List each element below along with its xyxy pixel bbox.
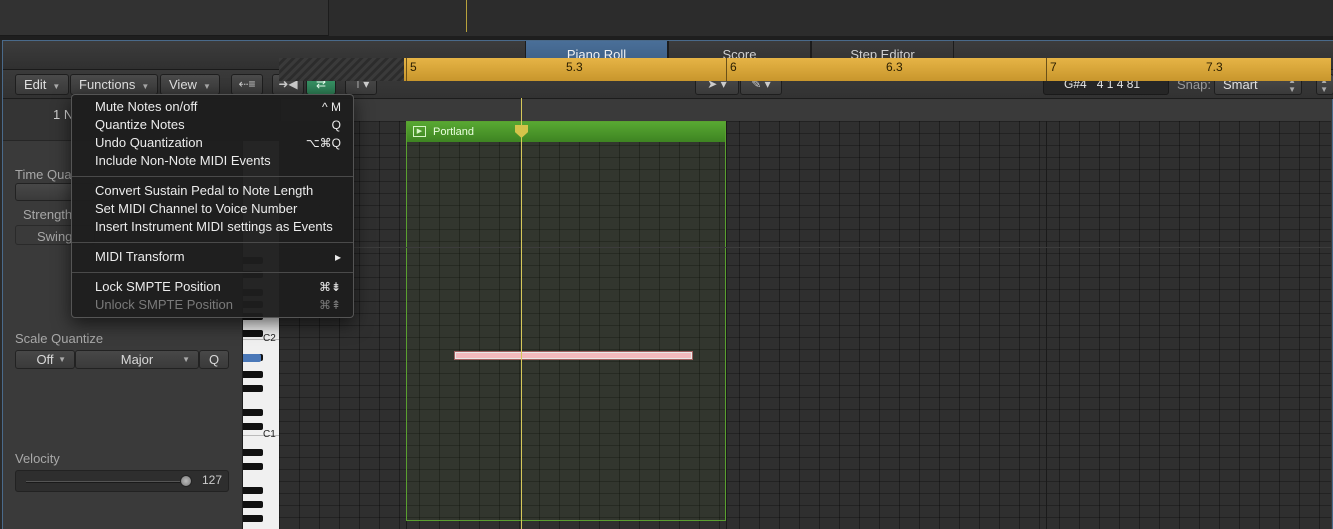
edit-menu-button[interactable]: Edit ▼ bbox=[15, 74, 70, 95]
menu-separator bbox=[72, 242, 353, 243]
arrange-area bbox=[0, 0, 1333, 36]
region-header[interactable]: ▶ Portland bbox=[407, 122, 725, 142]
time-quantize-label: Time Qua bbox=[15, 167, 72, 182]
bar-line bbox=[1046, 121, 1047, 529]
menu-item-quantize-notes[interactable]: Quantize Notes Q bbox=[72, 116, 353, 134]
menu-item-label: Quantize Notes bbox=[95, 117, 185, 132]
menu-item-include-non-note[interactable]: Include Non-Note MIDI Events bbox=[72, 152, 353, 170]
ruler-label: 7.3 bbox=[1206, 60, 1223, 74]
velocity-track bbox=[26, 481, 186, 483]
region-name: Portland bbox=[433, 126, 474, 138]
ruler-label: 5 bbox=[410, 60, 417, 74]
playhead[interactable] bbox=[521, 98, 522, 529]
strength-label: Strength bbox=[23, 207, 73, 222]
black-key[interactable] bbox=[243, 371, 263, 378]
midi-in-button[interactable]: ⇠≡ bbox=[231, 74, 263, 95]
chevron-down-icon: ▼ bbox=[58, 355, 66, 364]
c2-label: C2 bbox=[263, 333, 276, 344]
arrange-playhead bbox=[466, 0, 467, 32]
black-key[interactable] bbox=[243, 449, 263, 456]
menu-item-insert-instrument-midi[interactable]: Insert Instrument MIDI settings as Event… bbox=[72, 218, 353, 236]
scale-root-value: Off bbox=[36, 352, 54, 367]
velocity-knob[interactable] bbox=[180, 475, 192, 487]
functions-menu-label: Functions bbox=[79, 77, 136, 92]
menu-item-midi-transform[interactable]: MIDI Transform ▸ bbox=[72, 248, 353, 266]
midi-in-icon: ⇠≡ bbox=[238, 77, 256, 91]
octave-line bbox=[279, 247, 1331, 248]
ruler-label: 7 bbox=[1050, 60, 1057, 74]
scale-type-value: Major bbox=[120, 352, 154, 367]
chevron-down-icon: ▼ bbox=[182, 355, 190, 364]
chevron-down-icon: ▼ bbox=[202, 82, 211, 91]
chevron-down-icon: ▼ bbox=[141, 82, 150, 91]
menu-item-label: MIDI Transform bbox=[95, 249, 185, 264]
edit-menu-label: Edit bbox=[24, 77, 47, 92]
menu-item-label: Insert Instrument MIDI settings as Event… bbox=[95, 219, 333, 234]
menu-item-convert-sustain[interactable]: Convert Sustain Pedal to Note Length bbox=[72, 182, 353, 200]
velocity-value: 127 bbox=[201, 473, 222, 487]
menu-item-label: Lock SMPTE Position bbox=[95, 279, 221, 294]
black-key[interactable] bbox=[243, 409, 263, 416]
midi-note[interactable] bbox=[455, 352, 692, 359]
functions-menu-button[interactable]: Functions ▼ bbox=[70, 74, 159, 95]
c1-label: C1 bbox=[263, 429, 276, 440]
menu-shortcut: ⌘⇞ bbox=[318, 298, 341, 312]
menu-shortcut: ^ M bbox=[322, 100, 341, 114]
menu-item-label: Convert Sustain Pedal to Note Length bbox=[95, 183, 314, 198]
black-key[interactable] bbox=[243, 515, 263, 522]
selected-key[interactable] bbox=[243, 354, 261, 362]
menu-separator bbox=[72, 272, 353, 273]
play-icon: ▶ bbox=[413, 126, 426, 137]
black-key[interactable] bbox=[243, 501, 263, 508]
view-menu-label: View bbox=[169, 77, 197, 92]
black-key[interactable] bbox=[243, 463, 263, 470]
velocity-label: Velocity bbox=[15, 451, 60, 466]
menu-item-label: Mute Notes on/off bbox=[95, 99, 198, 114]
ruler-label: 6 bbox=[730, 60, 737, 74]
menu-shortcut: ⌥⌘Q bbox=[305, 136, 341, 150]
scale-quantize-button[interactable]: Q bbox=[199, 350, 229, 369]
black-key[interactable] bbox=[243, 423, 263, 430]
arrange-tracks bbox=[329, 0, 1333, 36]
menu-shortcut: ⌘⇟ bbox=[318, 280, 341, 294]
black-key[interactable] bbox=[243, 487, 263, 494]
velocity-slider[interactable]: 127 bbox=[15, 470, 229, 492]
cycle-area[interactable] bbox=[404, 58, 1331, 81]
menu-shortcut: Q bbox=[331, 118, 341, 132]
menu-item-label: Include Non-Note MIDI Events bbox=[95, 153, 271, 168]
ruler-hatch bbox=[279, 58, 404, 81]
ruler-label: 6.3 bbox=[886, 60, 903, 74]
menu-separator bbox=[72, 176, 353, 177]
note-grid[interactable]: ▶ Portland bbox=[279, 121, 1331, 529]
submenu-arrow-icon: ▸ bbox=[334, 250, 341, 264]
menu-item-lock-smpte[interactable]: Lock SMPTE Position ⌘⇟ bbox=[72, 278, 353, 296]
midi-region[interactable]: ▶ Portland bbox=[406, 121, 726, 521]
menu-item-unlock-smpte: Unlock SMPTE Position ⌘⇞ bbox=[72, 296, 353, 314]
timeline-ruler[interactable]: 5 5.3 6 6.3 7 7.3 bbox=[279, 58, 1331, 81]
menu-item-set-midi-channel[interactable]: Set MIDI Channel to Voice Number bbox=[72, 200, 353, 218]
menu-item-undo-quantization[interactable]: Undo Quantization ⌥⌘Q bbox=[72, 134, 353, 152]
functions-menu: Mute Notes on/off ^ M Quantize Notes Q Und… bbox=[71, 94, 354, 318]
ruler-tick bbox=[726, 58, 727, 81]
scale-type-select[interactable]: Major ▼ bbox=[75, 350, 199, 369]
black-key[interactable] bbox=[243, 330, 263, 337]
ruler-label: 5.3 bbox=[566, 60, 583, 74]
view-menu-button[interactable]: View ▼ bbox=[160, 74, 220, 95]
chevron-down-icon: ▼ bbox=[52, 82, 61, 91]
black-key[interactable] bbox=[243, 385, 263, 392]
ruler-tick bbox=[1046, 58, 1047, 81]
bar-line bbox=[726, 121, 727, 529]
menu-item-label: Undo Quantization bbox=[95, 135, 203, 150]
scale-quantize-label: Scale Quantize bbox=[15, 331, 104, 346]
menu-item-mute-notes[interactable]: Mute Notes on/off ^ M bbox=[72, 98, 353, 116]
scale-root-select[interactable]: Off ▼ bbox=[15, 350, 75, 369]
menu-item-label: Set MIDI Channel to Voice Number bbox=[95, 201, 298, 216]
menu-item-label: Unlock SMPTE Position bbox=[95, 297, 233, 312]
ruler-tick bbox=[406, 58, 407, 81]
